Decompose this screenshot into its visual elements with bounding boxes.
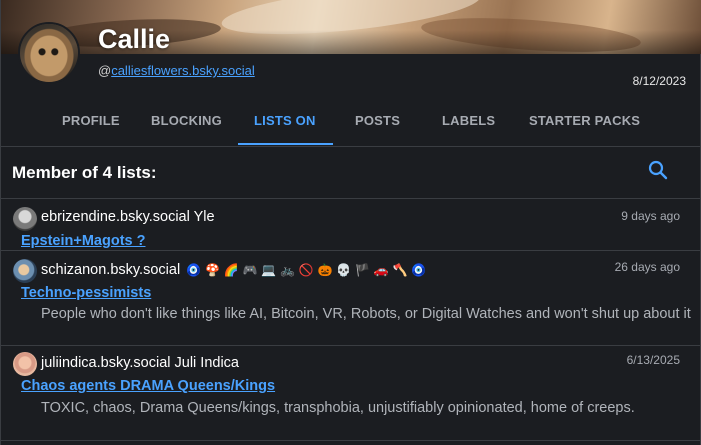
- profile-tabs: PROFILE BLOCKING LISTS ON POSTS LABELS S…: [1, 100, 700, 147]
- profile-page: Callie @calliesflowers.bsky.social 8/12/…: [0, 0, 701, 445]
- active-tab-indicator: [238, 143, 333, 145]
- owner-avatar[interactable]: [13, 259, 37, 283]
- list-name-link[interactable]: Techno-pessimists: [21, 285, 151, 301]
- list-age: 9 days ago: [621, 209, 680, 223]
- avatar[interactable]: [18, 22, 80, 84]
- cat-avatar-image: [20, 24, 78, 82]
- list-owner[interactable]: schizanon.bsky.social 🧿 🍄 🌈 🎮 💻 🚲 🚫 🎃 💀 …: [41, 262, 426, 278]
- section-header: Member of 4 lists:: [1, 147, 700, 199]
- list-name-link[interactable]: Epstein+Magots ?: [21, 233, 145, 249]
- list-name-link[interactable]: Chaos agents DRAMA Queens/Kings: [21, 378, 275, 394]
- tab-profile[interactable]: PROFILE: [62, 113, 120, 128]
- list-item: schizanon.bsky.social 🧿 🍄 🌈 🎮 💻 🚲 🚫 🎃 💀 …: [1, 251, 700, 346]
- list-item: juliindica.bsky.social Juli Indica 6/13/…: [1, 346, 700, 441]
- tab-lists-on[interactable]: LISTS ON: [254, 113, 316, 128]
- handle-prefix: @: [98, 63, 112, 78]
- tab-blocking[interactable]: BLOCKING: [151, 113, 222, 128]
- owner-avatar[interactable]: [13, 352, 37, 376]
- tab-starter-packs[interactable]: STARTER PACKS: [529, 113, 640, 128]
- owner-avatar[interactable]: [13, 207, 37, 231]
- list-owner-handle: schizanon.bsky.social: [41, 262, 181, 278]
- tab-posts[interactable]: POSTS: [355, 113, 400, 128]
- display-name: Callie: [98, 24, 171, 54]
- list-owner-emoji: 🧿 🍄 🌈 🎮 💻 🚲 🚫 🎃 💀 🏴 🚗 🪓 🧿: [186, 263, 427, 277]
- section-title: Member of 4 lists:: [12, 163, 157, 182]
- joined-date: 8/12/2023: [632, 74, 686, 88]
- search-icon[interactable]: [647, 159, 669, 181]
- list-item: ebrizendine.bsky.social Yle 9 days ago E…: [1, 199, 700, 251]
- handle-line: @calliesflowers.bsky.social: [98, 63, 255, 78]
- list-description: People who don't like things like AI, Bi…: [41, 306, 691, 322]
- list-age: 26 days ago: [614, 260, 680, 274]
- handle-link[interactable]: calliesflowers.bsky.social: [111, 63, 255, 78]
- list-description: TOXIC, chaos, Drama Queens/kings, transp…: [41, 400, 635, 416]
- list-owner[interactable]: juliindica.bsky.social Juli Indica: [41, 355, 239, 371]
- list-age: 6/13/2025: [626, 353, 680, 367]
- tab-labels[interactable]: LABELS: [442, 113, 495, 128]
- list-owner[interactable]: ebrizendine.bsky.social Yle: [41, 209, 215, 225]
